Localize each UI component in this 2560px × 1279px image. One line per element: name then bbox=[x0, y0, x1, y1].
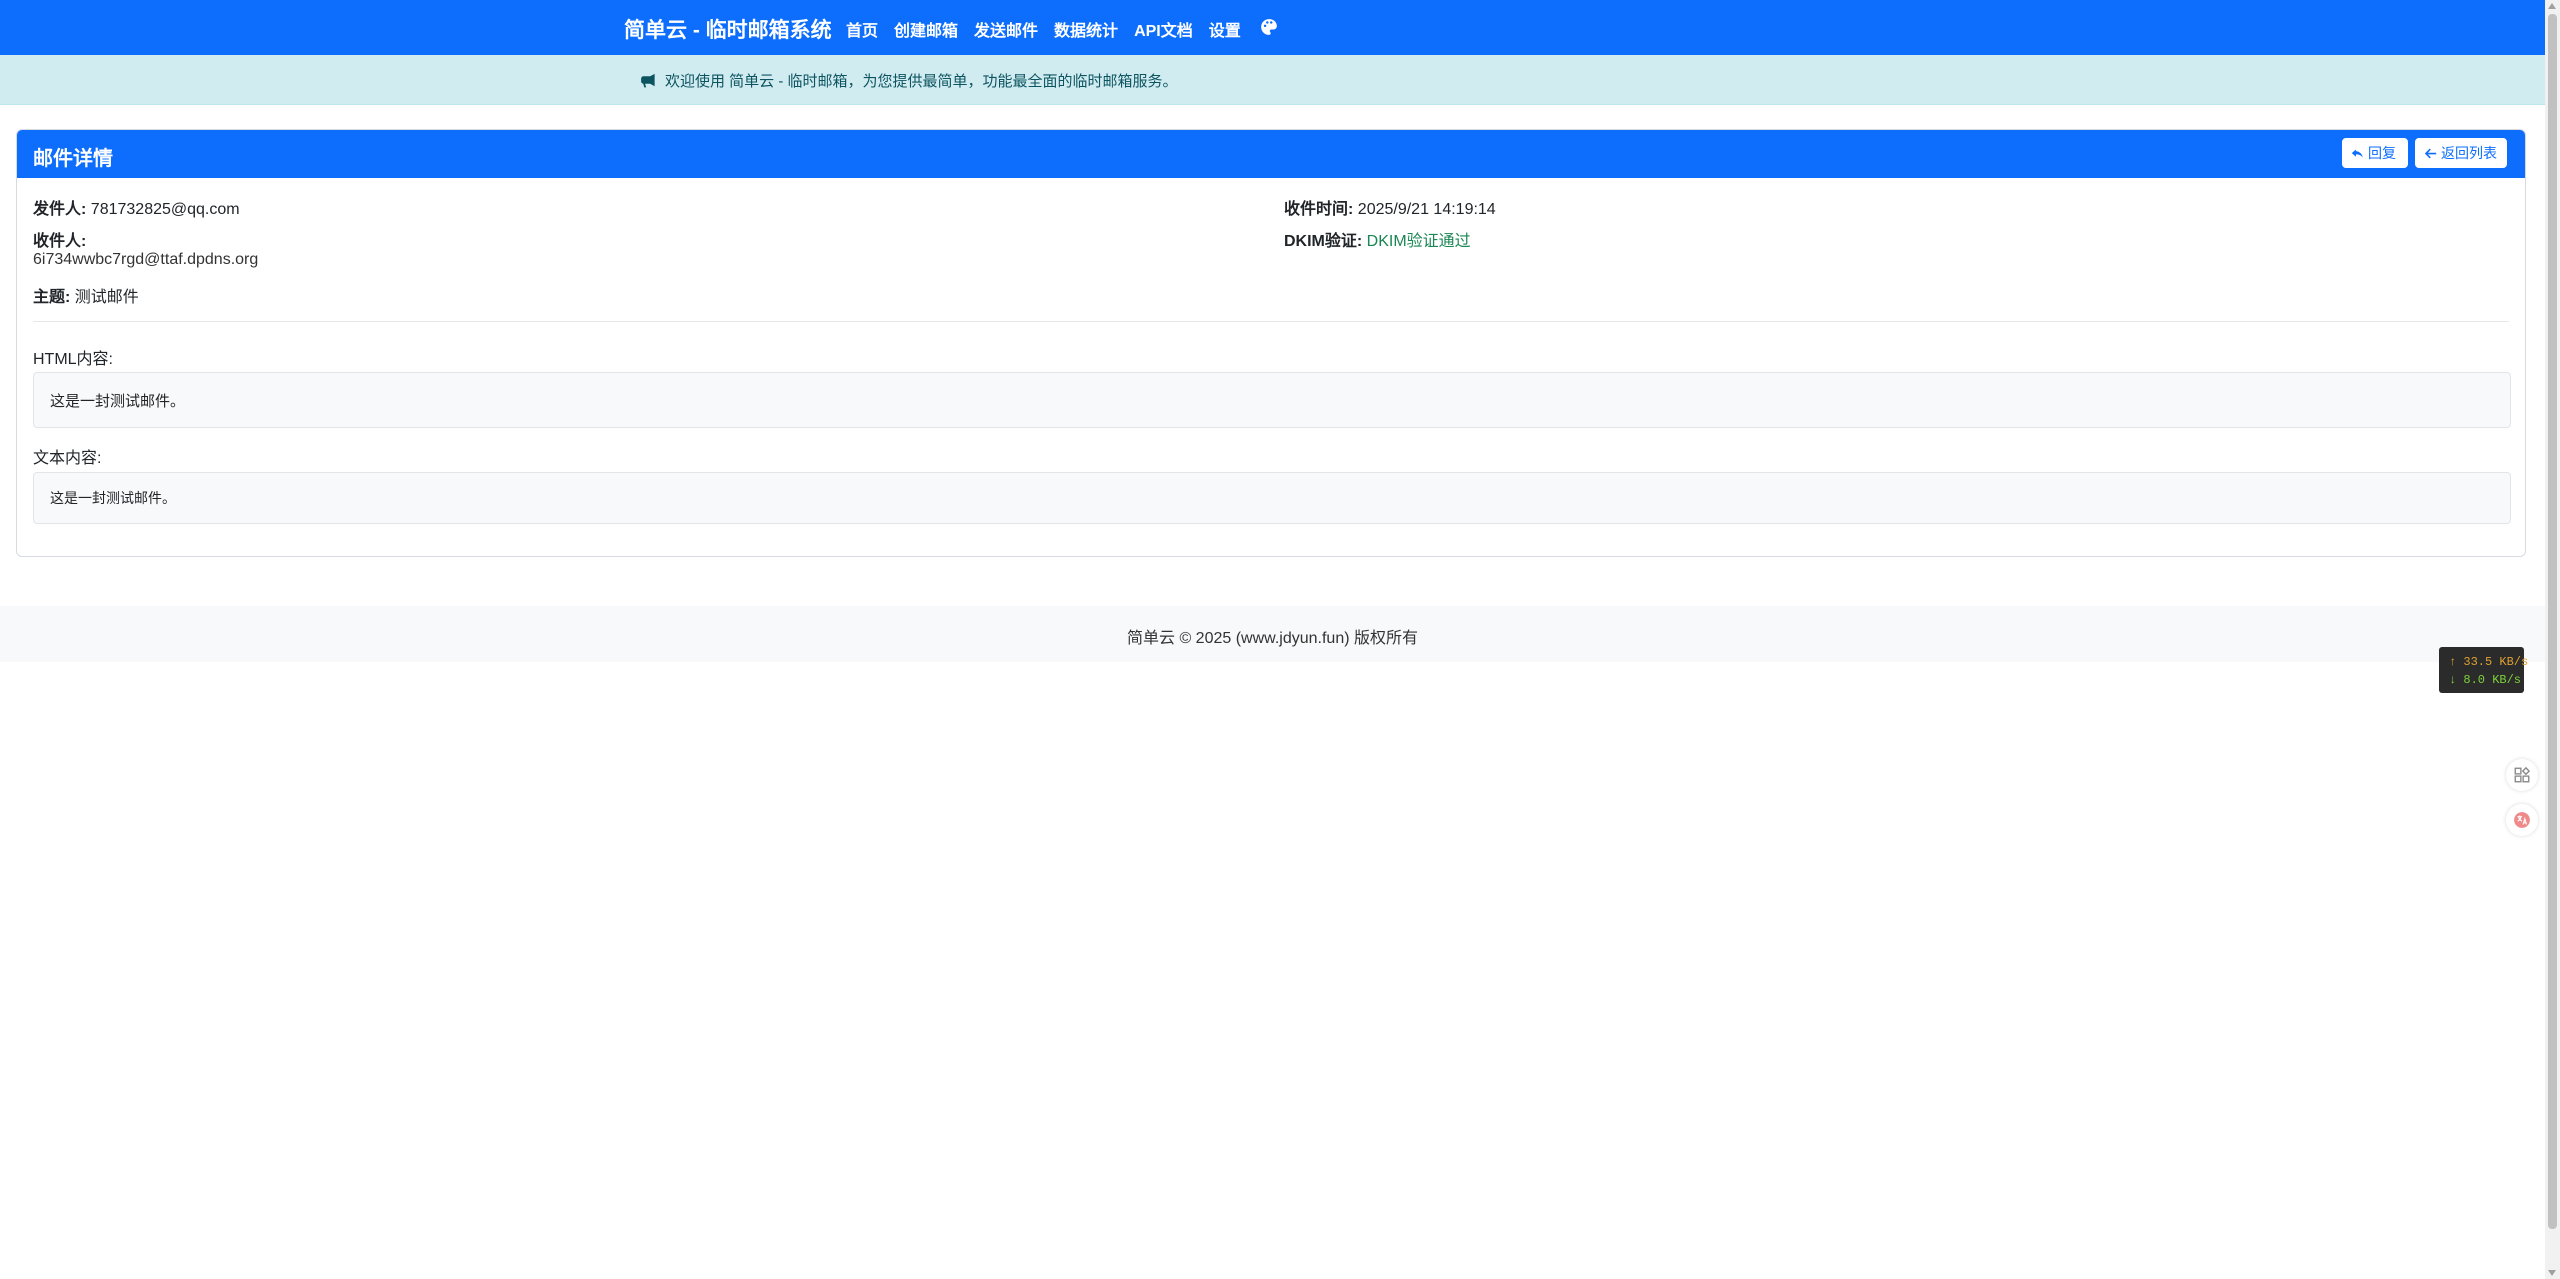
nav-item-home[interactable]: 首页 bbox=[846, 17, 878, 41]
page-scrollbar[interactable] bbox=[2545, 0, 2560, 1279]
received-time-row: 收件时间: 2025/9/21 14:19:14 bbox=[1284, 195, 1496, 219]
subject-value: 测试邮件 bbox=[74, 289, 139, 306]
dkim-label: DKIM验证: bbox=[1284, 233, 1363, 250]
subject-row: 主题: 测试邮件 bbox=[33, 283, 139, 307]
nav-item-api-docs[interactable]: API文档 bbox=[1134, 17, 1193, 41]
nav-item-statistics[interactable]: 数据统计 bbox=[1054, 17, 1118, 41]
sender-label: 发件人: bbox=[33, 201, 87, 218]
download-speed: ↓ 8.0 KB/s bbox=[2449, 673, 2522, 687]
upload-speed: ↑ 33.5 KB/s bbox=[2449, 655, 2529, 669]
back-to-list-button[interactable]: 返回列表 bbox=[2415, 138, 2507, 168]
nav-item-send-mail[interactable]: 发送邮件 bbox=[974, 17, 1038, 41]
apps-grid-icon bbox=[2514, 766, 2531, 783]
recipient-label: 收件人: bbox=[33, 233, 87, 250]
nav-menu: 首页 创建邮箱 发送邮件 数据统计 API文档 设置 bbox=[846, 17, 1241, 41]
recipient-value: 6i734wwbc7rgd@ttaf.dpdns.org bbox=[33, 251, 259, 268]
reply-icon bbox=[2351, 148, 2363, 158]
sender-value: 781732825@qq.com bbox=[90, 201, 240, 218]
reply-label: 回复 bbox=[2368, 145, 2396, 161]
footer-text: 简单云 © 2025 (www.jdyun.fun) 版权所有 bbox=[1127, 630, 1418, 647]
scroll-up-arrow[interactable] bbox=[2548, 3, 2556, 9]
card-title: 邮件详情 bbox=[33, 148, 113, 170]
nav-item-settings[interactable]: 设置 bbox=[1209, 17, 1241, 41]
announcement-bar: 欢迎使用 简单云 - 临时邮箱，为您提供最简单，功能最全面的临时邮箱服务。 bbox=[0, 55, 2545, 105]
palette-icon[interactable] bbox=[1260, 18, 1278, 36]
translate-icon bbox=[2514, 812, 2530, 828]
arrow-left-icon bbox=[2424, 148, 2437, 158]
received-time-label: 收件时间: bbox=[1284, 201, 1354, 218]
brand-title[interactable]: 简单云 - 临时邮箱系统 bbox=[624, 14, 832, 44]
dkim-row: DKIM验证: DKIM验证通过 bbox=[1284, 227, 1471, 251]
side-translate-button[interactable] bbox=[2506, 804, 2538, 836]
megaphone-icon bbox=[641, 73, 655, 88]
nav-item-create-mailbox[interactable]: 创建邮箱 bbox=[894, 17, 958, 41]
back-label: 返回列表 bbox=[2441, 145, 2497, 161]
top-navbar: 简单云 - 临时邮箱系统 首页 创建邮箱 发送邮件 数据统计 API文档 设置 bbox=[0, 0, 2545, 55]
network-speed-widget[interactable]: ↑ 33.5 KB/s ↓ 8.0 KB/s bbox=[2439, 647, 2528, 693]
announcement-text: 欢迎使用 简单云 - 临时邮箱，为您提供最简单，功能最全面的临时邮箱服务。 bbox=[665, 73, 1178, 90]
subject-label: 主题: bbox=[33, 289, 71, 306]
sender-row: 发件人: 781732825@qq.com bbox=[33, 195, 240, 219]
html-content-label: HTML内容: bbox=[33, 351, 114, 368]
received-time-value: 2025/9/21 14:19:14 bbox=[1357, 201, 1496, 218]
html-content-text: 这是一封测试邮件。 bbox=[50, 392, 186, 410]
scroll-down-arrow[interactable] bbox=[2548, 1270, 2556, 1276]
reply-button[interactable]: 回复 bbox=[2342, 138, 2408, 168]
html-content-box: 这是一封测试邮件。 bbox=[33, 372, 2511, 428]
dkim-status: DKIM验证通过 bbox=[1366, 233, 1471, 250]
email-detail-card: 邮件详情 回复 返回列表 发件人: 781732825@qq.com 收件人: … bbox=[16, 129, 2526, 557]
footer: 简单云 © 2025 (www.jdyun.fun) 版权所有 bbox=[0, 606, 2545, 662]
text-content-text: 这是一封测试邮件。 bbox=[50, 490, 176, 506]
card-header: 邮件详情 回复 返回列表 bbox=[17, 130, 2525, 178]
side-apps-button[interactable] bbox=[2506, 759, 2538, 791]
scrollbar-thumb[interactable] bbox=[2548, 14, 2557, 1229]
text-content-label: 文本内容: bbox=[33, 450, 102, 467]
text-content-box: 这是一封测试邮件。 bbox=[33, 472, 2511, 524]
divider bbox=[33, 321, 2509, 322]
